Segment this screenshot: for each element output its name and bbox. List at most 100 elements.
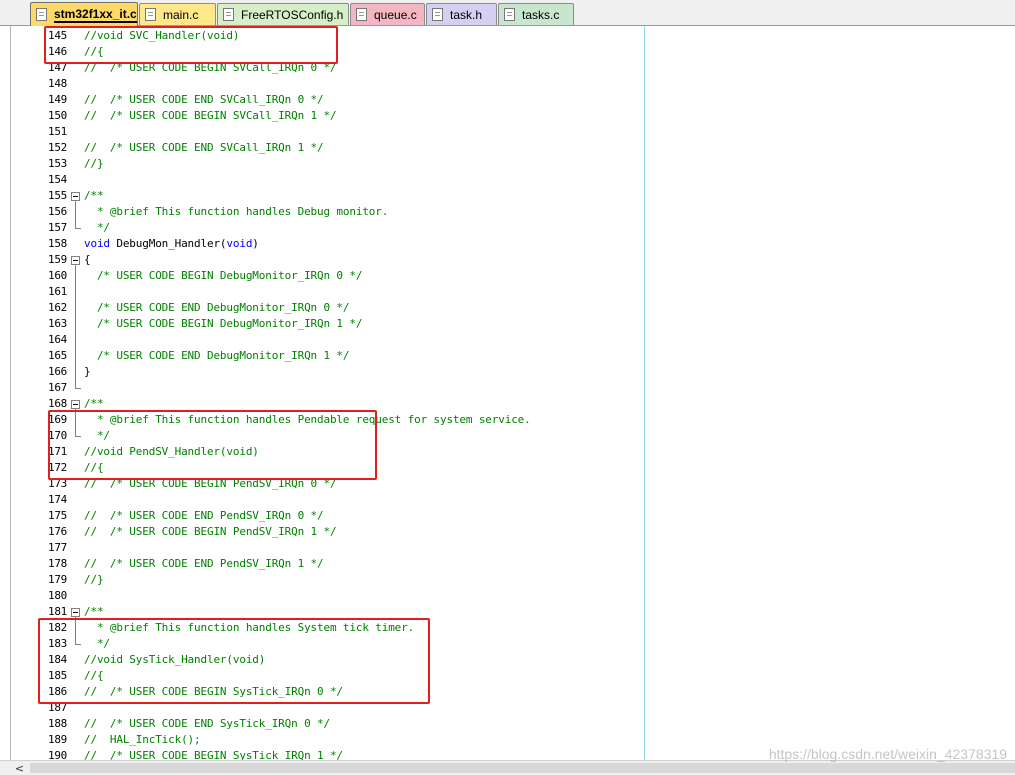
code-line[interactable]: /* USER CODE BEGIN DebugMonitor_IRQn 0 *…	[84, 268, 363, 284]
line-number: 166	[48, 365, 67, 378]
code-comment: /* USER CODE END DebugMonitor_IRQn 0 */	[84, 301, 350, 314]
code-line[interactable]: // /* USER CODE BEGIN SysTick_IRQn 1 */	[84, 748, 343, 760]
long-line-guide	[644, 26, 645, 760]
fold-end-marker	[75, 228, 81, 229]
fold-guide-line	[75, 332, 76, 348]
tab-queue-c[interactable]: queue.c	[350, 3, 425, 25]
code-comment: /**	[84, 189, 104, 202]
tab-task-h[interactable]: task.h	[426, 3, 497, 25]
highlight-svc-handler	[44, 26, 338, 64]
code-line[interactable]: //}	[84, 156, 104, 172]
line-number: 167	[48, 381, 67, 394]
file-icon	[36, 8, 47, 21]
code-text: )	[252, 237, 259, 250]
code-line[interactable]: /* USER CODE END DebugMonitor_IRQn 1 */	[84, 348, 350, 364]
code-line[interactable]: /* USER CODE BEGIN DebugMonitor_IRQn 1 *…	[84, 316, 363, 332]
code-comment: // /* USER CODE BEGIN PendSV_IRQn 1 */	[84, 525, 337, 538]
line-number: 159	[48, 253, 67, 266]
tab-stm32f1xx-it-c[interactable]: stm32f1xx_it.c	[30, 2, 138, 26]
code-line[interactable]: */	[84, 220, 110, 236]
line-number: 177	[48, 541, 67, 554]
fold-guide-line	[75, 268, 76, 284]
fold-guide-line	[75, 204, 76, 220]
code-line[interactable]: }	[84, 364, 91, 380]
line-number: 164	[48, 333, 67, 346]
code-comment: /**	[84, 397, 104, 410]
code-text: DebugMon_Handler(	[109, 237, 227, 250]
fold-collapse-icon[interactable]	[71, 192, 80, 201]
code-line[interactable]: /**	[84, 188, 104, 204]
code-comment: // /* USER CODE END SVCall_IRQn 1 */	[84, 141, 324, 154]
code-line[interactable]: // /* USER CODE END SVCall_IRQn 1 */	[84, 140, 324, 156]
tab-label: task.h	[450, 7, 483, 22]
code-line[interactable]: // /* USER CODE END SysTick_IRQn 0 */	[84, 716, 330, 732]
code-comment: // /* USER CODE END SysTick_IRQn 0 */	[84, 717, 330, 730]
code-comment: // /* USER CODE BEGIN SysTick_IRQn 1 */	[84, 749, 343, 760]
file-icon	[145, 8, 156, 21]
code-line[interactable]: // /* USER CODE BEGIN PendSV_IRQn 1 */	[84, 524, 337, 540]
code-line[interactable]: // /* USER CODE END PendSV_IRQn 1 */	[84, 556, 324, 572]
watermark: https://blog.csdn.net/weixin_42378319	[768, 746, 1007, 762]
line-number: 179	[48, 573, 67, 586]
code-line[interactable]: //}	[84, 572, 104, 588]
code-line[interactable]: void DebugMon_Handler(void)	[84, 236, 259, 252]
fold-guide-line	[75, 316, 76, 332]
line-number: 153	[48, 157, 67, 170]
tab-tasks-c[interactable]: tasks.c	[498, 3, 574, 25]
code-comment: // HAL_IncTick();	[84, 733, 201, 746]
fold-guide-line	[75, 380, 76, 388]
file-icon	[432, 8, 443, 21]
code-comment: /* USER CODE BEGIN DebugMonitor_IRQn 0 *…	[84, 269, 363, 282]
code-comment: // /* USER CODE BEGIN SVCall_IRQn 1 */	[84, 109, 337, 122]
horizontal-scrollbar[interactable]: <	[0, 760, 1015, 775]
tab-label: FreeRTOSConfig.h	[241, 7, 344, 22]
code-line[interactable]: /* USER CODE END DebugMonitor_IRQn 0 */	[84, 300, 350, 316]
line-number: 189	[48, 733, 67, 746]
fold-guide-line	[75, 348, 76, 364]
code-text: }	[84, 365, 91, 378]
file-icon	[223, 8, 234, 21]
highlight-pendsv-handler	[48, 410, 377, 480]
fold-collapse-icon[interactable]	[71, 400, 80, 409]
line-number: 180	[48, 589, 67, 602]
line-number: 161	[48, 285, 67, 298]
code-line[interactable]: // /* USER CODE END PendSV_IRQn 0 */	[84, 508, 324, 524]
fold-guide-line	[75, 220, 76, 228]
fold-collapse-icon[interactable]	[71, 256, 80, 265]
line-number: 149	[48, 93, 67, 106]
code-comment: //}	[84, 573, 104, 586]
code-line[interactable]: // HAL_IncTick();	[84, 732, 201, 748]
scroll-thumb[interactable]	[30, 763, 1015, 773]
line-number: 176	[48, 525, 67, 538]
tab-bar: stm32f1xx_it.c main.c FreeRTOSConfig.h queu…	[0, 0, 1015, 26]
code-comment: //}	[84, 157, 104, 170]
code-comment: // /* USER CODE END PendSV_IRQn 1 */	[84, 557, 324, 570]
line-number: 174	[48, 493, 67, 506]
tab-main-c[interactable]: main.c	[139, 3, 216, 25]
line-number: 178	[48, 557, 67, 570]
tab-label: main.c	[163, 7, 199, 22]
code-line[interactable]: // /* USER CODE END SVCall_IRQn 0 */	[84, 92, 324, 108]
highlight-systick-handler	[38, 618, 430, 704]
code-keyword: void	[226, 237, 253, 250]
code-line[interactable]: {	[84, 252, 91, 268]
line-number: 165	[48, 349, 67, 362]
code-comment: /* USER CODE END DebugMonitor_IRQn 1 */	[84, 349, 350, 362]
code-comment: * @brief This function handles Debug mon…	[84, 205, 389, 218]
line-number: 156	[48, 205, 67, 218]
code-line[interactable]: // /* USER CODE BEGIN SVCall_IRQn 1 */	[84, 108, 337, 124]
scroll-left-arrow-icon[interactable]: <	[12, 762, 27, 775]
code-line[interactable]: * @brief This function handles Debug mon…	[84, 204, 388, 220]
line-number: 190	[48, 749, 67, 760]
tab-label: queue.c	[374, 7, 417, 22]
fold-guide-line	[75, 284, 76, 300]
line-number: 160	[48, 269, 67, 282]
code-keyword: void	[84, 237, 110, 250]
fold-guide-line	[75, 300, 76, 316]
tab-label: stm32f1xx_it.c	[54, 6, 137, 23]
code-text: {	[84, 253, 91, 266]
fold-collapse-icon[interactable]	[71, 608, 80, 617]
tab-freertosconfig-h[interactable]: FreeRTOSConfig.h	[217, 3, 349, 25]
line-number: 154	[48, 173, 67, 186]
code-comment: // /* USER CODE END SVCall_IRQn 0 */	[84, 93, 324, 106]
